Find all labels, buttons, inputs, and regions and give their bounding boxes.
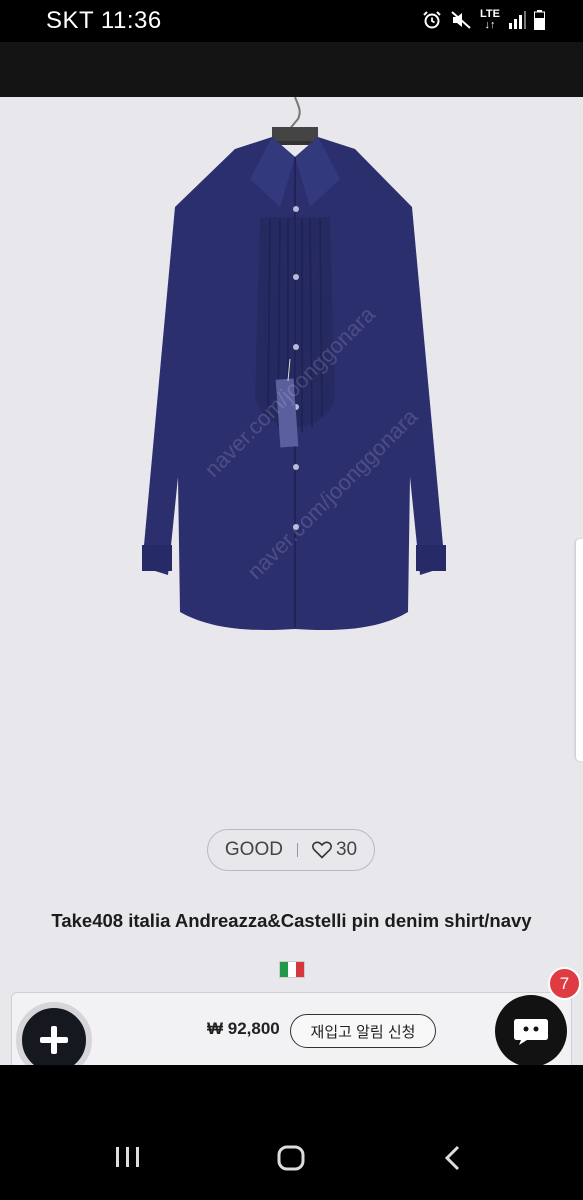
chat-bubble-icon — [514, 1019, 548, 1045]
heart-icon — [312, 841, 332, 859]
network-indicator: LTE ↓↑ — [480, 8, 500, 31]
back-icon[interactable] — [443, 1145, 463, 1171]
navigation-bar — [0, 1065, 583, 1200]
restock-alert-button[interactable]: 재입고 알림 신청 — [290, 1014, 436, 1048]
status-bar: SKT 11:36 LTE ↓↑ — [0, 0, 583, 42]
status-icons: LTE ↓↑ — [422, 9, 545, 31]
likes-button[interactable]: 30 — [312, 839, 357, 861]
home-icon[interactable] — [277, 1145, 305, 1171]
product-title: Take408 italia Andreazza&Castelli pin de… — [51, 910, 532, 931]
recent-apps-icon[interactable] — [114, 1145, 142, 1169]
plus-icon — [40, 1026, 68, 1054]
alarm-icon — [423, 11, 441, 29]
mute-icon — [451, 11, 471, 29]
product-detail: naver.com/joonggonara naver.com/joonggon… — [0, 97, 583, 1065]
price: ₩ 92,800 — [207, 1019, 280, 1038]
condition-likes-badge: GOOD 30 — [207, 829, 375, 871]
product-image[interactable]: naver.com/joonggonara naver.com/joonggon… — [120, 97, 470, 657]
likes-count: 30 — [335, 839, 358, 860]
signal-icon — [509, 11, 526, 29]
battery-icon — [534, 10, 545, 30]
condition-label: GOOD — [224, 839, 283, 860]
italy-flag-icon — [279, 961, 305, 978]
unread-badge: 7 — [548, 967, 581, 1000]
scroll-indicator[interactable] — [576, 539, 583, 761]
app-header — [0, 42, 583, 97]
divider — [296, 843, 298, 857]
chat-button[interactable] — [495, 995, 567, 1065]
status-time: SKT 11:36 — [46, 7, 162, 34]
